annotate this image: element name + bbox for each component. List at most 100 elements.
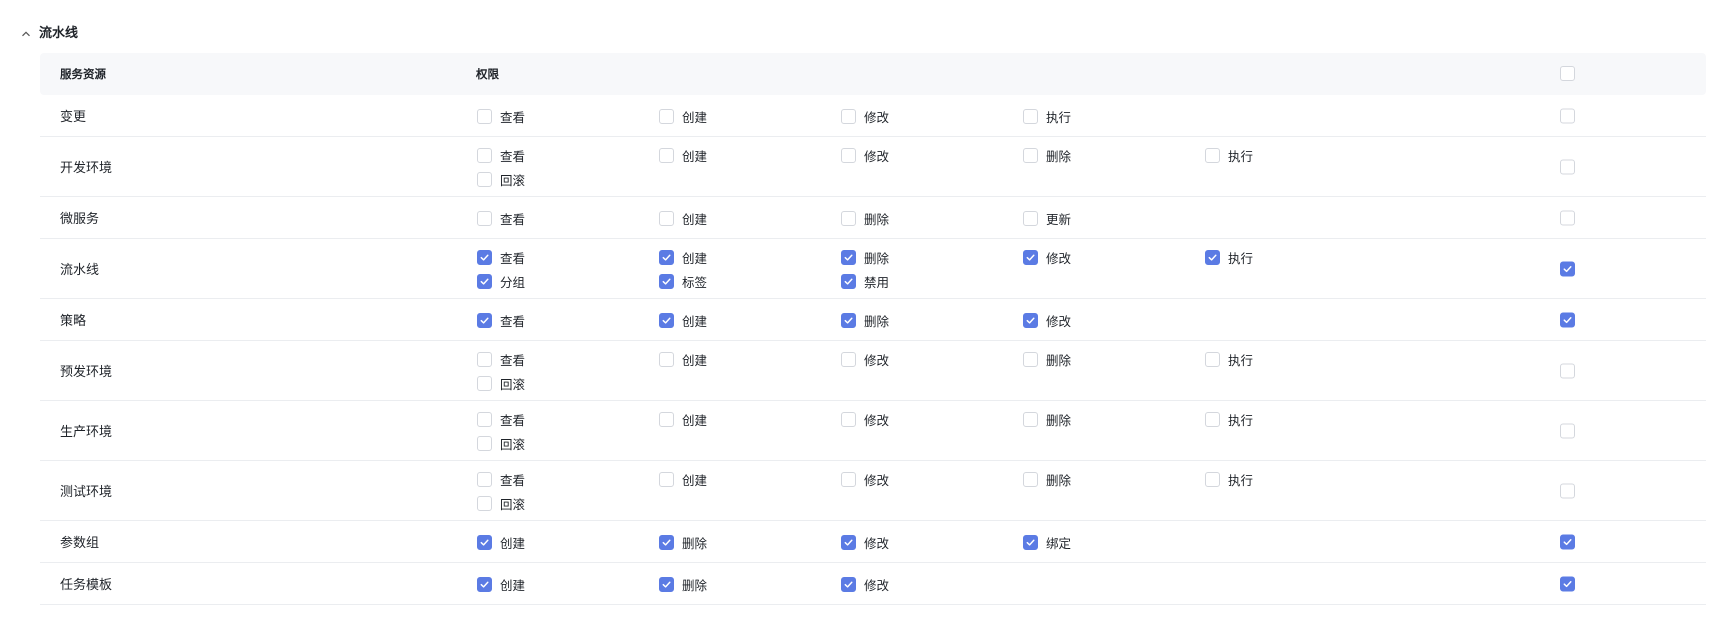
permission-checkbox[interactable]	[841, 351, 856, 367]
permission-option[interactable]: 创建	[659, 106, 707, 126]
permission-option[interactable]: 修改	[1023, 247, 1071, 267]
permission-option[interactable]: 查看	[477, 106, 525, 126]
permission-option[interactable]: 执行	[1205, 469, 1253, 489]
permission-option[interactable]: 回滚	[477, 169, 525, 189]
permission-option[interactable]: 修改	[841, 532, 889, 552]
permission-checkbox[interactable]	[1023, 249, 1038, 265]
row-select-all-checkbox[interactable]	[1560, 312, 1575, 327]
permission-checkbox[interactable]	[477, 210, 492, 226]
permission-checkbox[interactable]	[1205, 147, 1220, 163]
permission-option[interactable]: 修改	[841, 106, 889, 126]
permission-option[interactable]: 修改	[841, 469, 889, 489]
permission-option[interactable]: 回滚	[477, 373, 525, 393]
select-all-checkbox[interactable]	[1560, 66, 1575, 81]
permission-checkbox[interactable]	[841, 576, 856, 592]
permission-option[interactable]: 回滚	[477, 433, 525, 453]
permission-option[interactable]: 标签	[659, 271, 707, 291]
permission-option[interactable]: 修改	[841, 574, 889, 594]
permission-checkbox[interactable]	[477, 576, 492, 592]
section-header[interactable]: 流水线	[20, 20, 78, 42]
permission-option[interactable]: 执行	[1205, 145, 1253, 165]
permission-checkbox[interactable]	[841, 312, 856, 328]
permission-option[interactable]: 删除	[659, 532, 707, 552]
permission-checkbox[interactable]	[1023, 210, 1038, 226]
permission-option[interactable]: 删除	[1023, 469, 1071, 489]
permission-checkbox[interactable]	[841, 471, 856, 487]
permission-checkbox[interactable]	[1205, 411, 1220, 427]
permission-option[interactable]: 查看	[477, 310, 525, 330]
permission-option[interactable]: 执行	[1023, 106, 1071, 126]
permission-option[interactable]: 修改	[841, 349, 889, 369]
row-select-all-checkbox[interactable]	[1560, 108, 1575, 123]
permission-checkbox[interactable]	[477, 147, 492, 163]
permission-checkbox[interactable]	[477, 351, 492, 367]
permission-option[interactable]: 查看	[477, 208, 525, 228]
permission-option[interactable]: 查看	[477, 349, 525, 369]
permission-checkbox[interactable]	[477, 249, 492, 265]
row-select-all-checkbox[interactable]	[1560, 576, 1575, 591]
permission-checkbox[interactable]	[1023, 108, 1038, 124]
permission-option[interactable]: 修改	[841, 145, 889, 165]
permission-option[interactable]: 创建	[659, 145, 707, 165]
permission-checkbox[interactable]	[1023, 147, 1038, 163]
permission-checkbox[interactable]	[477, 171, 492, 187]
permission-option[interactable]: 创建	[659, 247, 707, 267]
permission-option[interactable]: 创建	[659, 349, 707, 369]
permission-checkbox[interactable]	[477, 534, 492, 550]
permission-checkbox[interactable]	[477, 435, 492, 451]
permission-option[interactable]: 删除	[841, 208, 889, 228]
permission-option[interactable]: 创建	[659, 208, 707, 228]
permission-checkbox[interactable]	[841, 411, 856, 427]
permission-checkbox[interactable]	[1023, 411, 1038, 427]
permission-checkbox[interactable]	[659, 411, 674, 427]
permission-option[interactable]: 绑定	[1023, 532, 1071, 552]
row-select-all-checkbox[interactable]	[1560, 363, 1575, 378]
permission-checkbox[interactable]	[659, 108, 674, 124]
permission-checkbox[interactable]	[659, 351, 674, 367]
permission-checkbox[interactable]	[477, 411, 492, 427]
permission-checkbox[interactable]	[659, 471, 674, 487]
permission-checkbox[interactable]	[1205, 351, 1220, 367]
permission-checkbox[interactable]	[477, 273, 492, 289]
permission-option[interactable]: 回滚	[477, 493, 525, 513]
permission-option[interactable]: 创建	[659, 409, 707, 429]
row-select-all-checkbox[interactable]	[1560, 210, 1575, 225]
row-select-all-checkbox[interactable]	[1560, 261, 1575, 276]
permission-option[interactable]: 创建	[477, 574, 525, 594]
permission-checkbox[interactable]	[1023, 351, 1038, 367]
row-select-all-checkbox[interactable]	[1560, 159, 1575, 174]
permission-option[interactable]: 删除	[1023, 145, 1071, 165]
permission-checkbox[interactable]	[841, 210, 856, 226]
permission-checkbox[interactable]	[1023, 534, 1038, 550]
permission-checkbox[interactable]	[841, 273, 856, 289]
permission-checkbox[interactable]	[659, 147, 674, 163]
permission-checkbox[interactable]	[659, 534, 674, 550]
permission-checkbox[interactable]	[477, 495, 492, 511]
permission-checkbox[interactable]	[841, 147, 856, 163]
permission-option[interactable]: 创建	[659, 310, 707, 330]
permission-option[interactable]: 执行	[1205, 247, 1253, 267]
permission-option[interactable]: 查看	[477, 409, 525, 429]
permission-checkbox[interactable]	[477, 471, 492, 487]
permission-checkbox[interactable]	[1023, 312, 1038, 328]
permission-option[interactable]: 执行	[1205, 349, 1253, 369]
permission-checkbox[interactable]	[659, 273, 674, 289]
permission-checkbox[interactable]	[659, 312, 674, 328]
permission-option[interactable]: 修改	[1023, 310, 1071, 330]
permission-option[interactable]: 创建	[477, 532, 525, 552]
permission-option[interactable]: 更新	[1023, 208, 1071, 228]
permission-checkbox[interactable]	[1205, 249, 1220, 265]
permission-option[interactable]: 创建	[659, 469, 707, 489]
permission-option[interactable]: 查看	[477, 469, 525, 489]
permission-checkbox[interactable]	[841, 108, 856, 124]
permission-checkbox[interactable]	[477, 108, 492, 124]
row-select-all-checkbox[interactable]	[1560, 423, 1575, 438]
permission-checkbox[interactable]	[841, 249, 856, 265]
permission-checkbox[interactable]	[477, 375, 492, 391]
permission-option[interactable]: 分组	[477, 271, 525, 291]
permission-option[interactable]: 删除	[841, 310, 889, 330]
permission-checkbox[interactable]	[477, 312, 492, 328]
permission-checkbox[interactable]	[659, 576, 674, 592]
chevron-up-icon[interactable]	[20, 25, 32, 37]
permission-option[interactable]: 执行	[1205, 409, 1253, 429]
